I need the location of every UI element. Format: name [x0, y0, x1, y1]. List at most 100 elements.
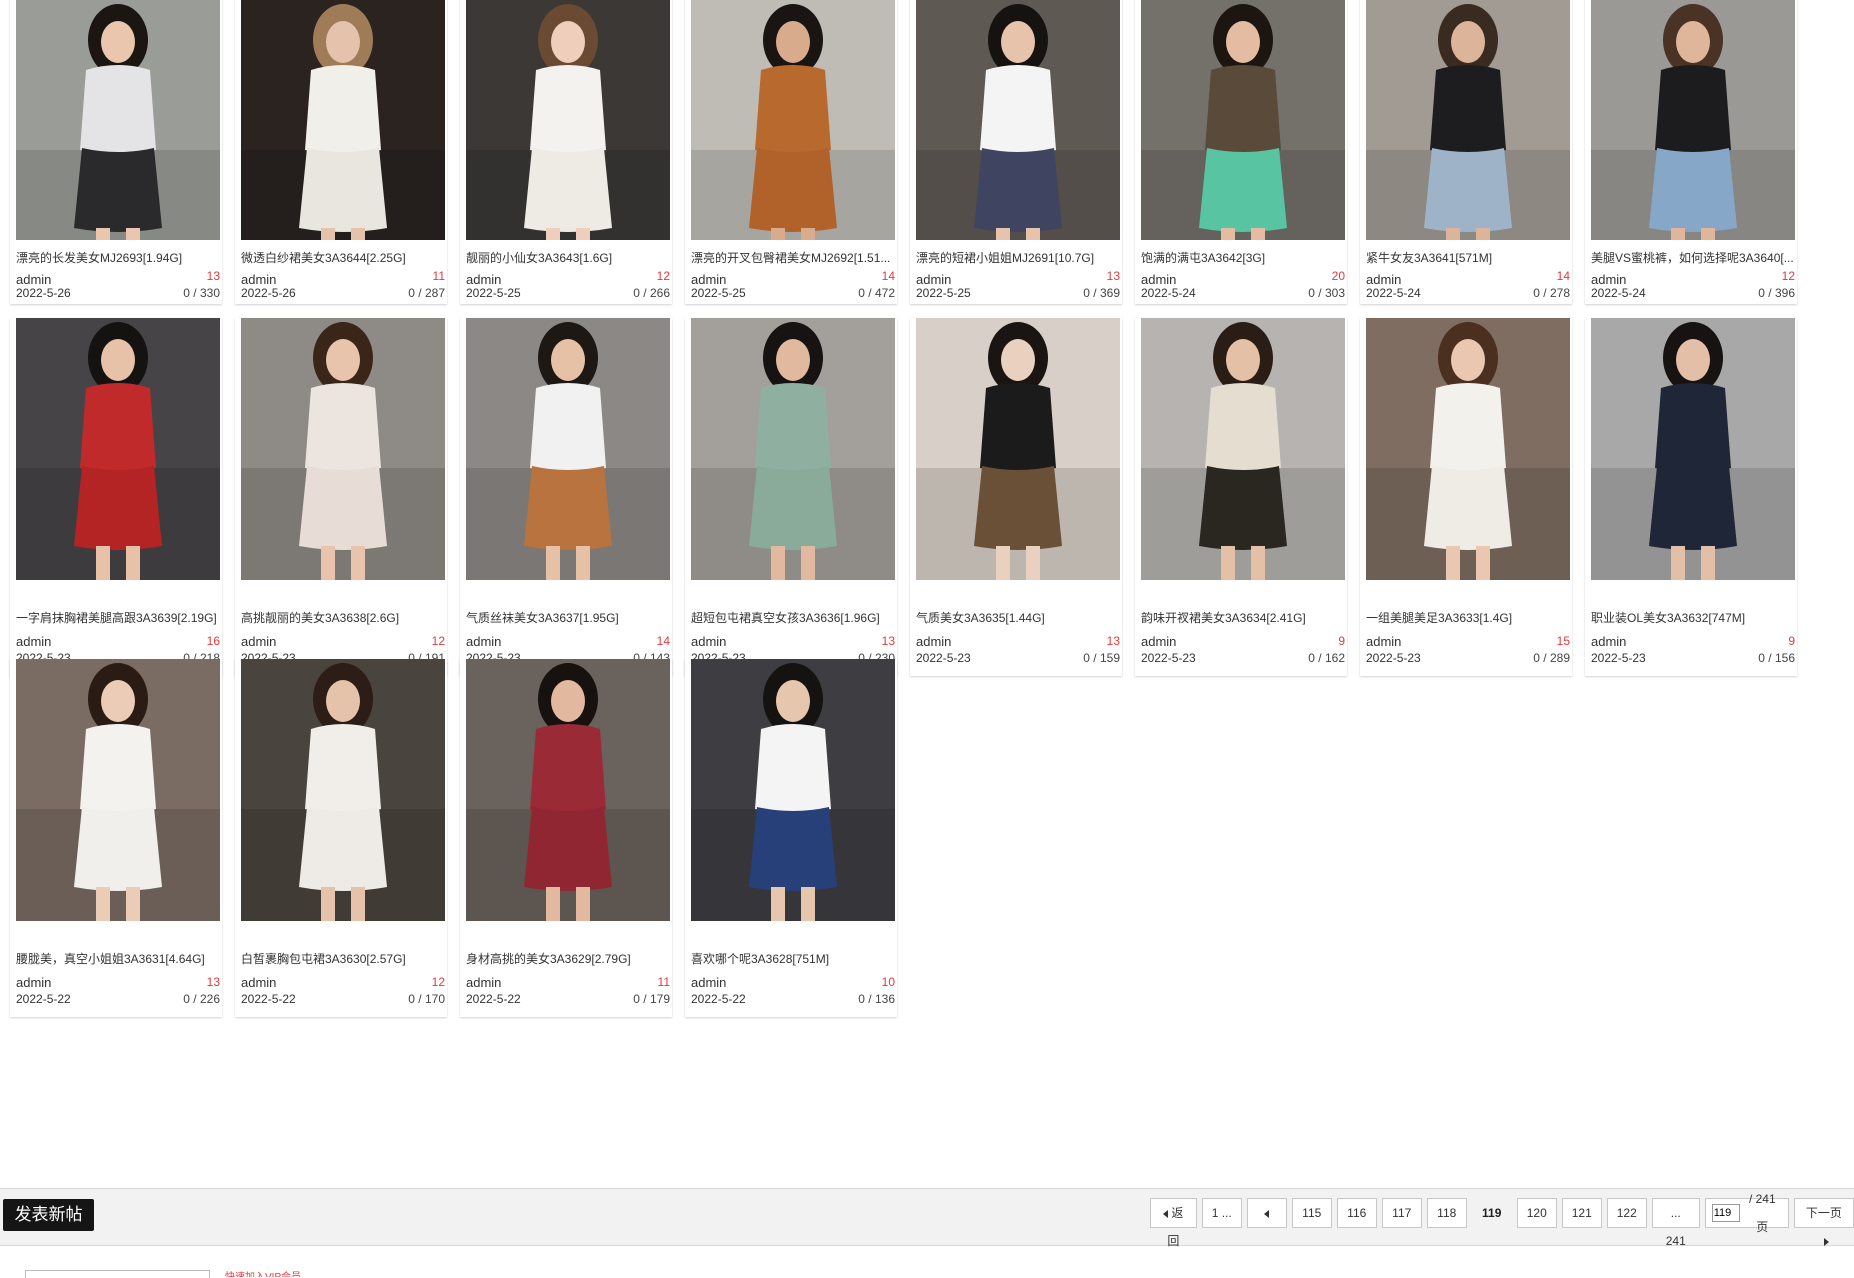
thread-title[interactable]: 微透白纱裙美女3A3644[2.25G] [241, 250, 445, 266]
thread-author[interactable]: admin [916, 634, 951, 649]
thread-thumbnail[interactable] [1366, 0, 1570, 240]
thread-card[interactable]: 微透白纱裙美女3A3644[2.25G] admin 11 2022-5-26 0 / … [235, 0, 447, 304]
thread-card[interactable]: 靓丽的小仙女3A3643[1.6G] admin 12 2022-5-25 0 / 26… [460, 0, 672, 304]
photo-image [16, 318, 220, 580]
page-122[interactable]: 122 [1606, 1198, 1647, 1228]
thread-thumbnail[interactable] [691, 0, 895, 240]
new-post-button[interactable]: 发表新帖 [3, 1199, 94, 1231]
thread-card[interactable]: 身材高挑的美女3A3629[2.79G] admin 11 2022-5-22 0 / … [460, 659, 672, 1017]
thread-card[interactable]: 气质美女3A3635[1.44G] admin 13 2022-5-23 0 / 159 [910, 318, 1122, 676]
thread-thumbnail[interactable] [466, 318, 670, 580]
thread-card[interactable]: 一组美腿美足3A3633[1.4G] admin 15 2022-5-23 0 / 28… [1360, 318, 1572, 676]
thread-author[interactable]: admin [466, 634, 501, 649]
thread-card[interactable]: 腰胧美，真空小姐姐3A3631[4.64G] admin 13 2022-5-22 0 … [10, 659, 222, 1017]
page-last[interactable]: ... 241 [1651, 1198, 1700, 1248]
thread-title[interactable]: 漂亮的开叉包臀裙美女MJ2692[1.51... [691, 250, 895, 266]
thread-thumbnail[interactable] [1141, 0, 1345, 240]
thread-card[interactable]: 漂亮的开叉包臀裙美女MJ2692[1.51... admin 14 2022-5-25… [685, 0, 897, 304]
thread-author[interactable]: admin [691, 634, 726, 649]
back-button[interactable]: 返回 [1150, 1198, 1197, 1248]
reply-count-badge: 12 [431, 975, 445, 989]
thread-title[interactable]: 身材高挑的美女3A3629[2.79G] [466, 951, 670, 967]
page-117[interactable]: 117 [1381, 1198, 1422, 1228]
thread-thumbnail[interactable] [1141, 318, 1345, 580]
page-118[interactable]: 118 [1426, 1198, 1467, 1228]
thread-card[interactable]: 喜欢哪个呢3A3628[751M] admin 10 2022-5-22 0 / 136 [685, 659, 897, 1017]
thread-thumbnail[interactable] [1366, 318, 1570, 580]
thread-thumbnail[interactable] [241, 0, 445, 240]
thread-title[interactable]: 高挑靓丽的美女3A3638[2.6G] [241, 610, 445, 626]
thread-author[interactable]: admin [1366, 272, 1401, 287]
thread-thumbnail[interactable] [466, 659, 670, 921]
page-115[interactable]: 115 [1291, 1198, 1332, 1228]
thread-card[interactable]: 饱满的满屯3A3642[3G] admin 20 2022-5-24 0 / 303 [1135, 0, 1347, 304]
thread-title[interactable]: 气质美女3A3635[1.44G] [916, 610, 1120, 626]
thread-card[interactable]: 气质丝袜美女3A3637[1.95G] admin 14 2022-5-23 0 / 1… [460, 318, 672, 676]
thread-card[interactable]: 漂亮的短裙小姐姐MJ2691[10.7G] admin 13 2022-5-25 0 /… [910, 0, 1122, 304]
thread-card[interactable]: 职业装OL美女3A3632[747M] admin 9 2022-5-23 0 / 15… [1585, 318, 1797, 676]
thread-author[interactable]: admin [1141, 272, 1176, 287]
thread-thumbnail[interactable] [16, 0, 220, 240]
thread-author[interactable]: admin [1141, 634, 1176, 649]
thread-title[interactable]: 超短包屯裙真空女孩3A3636[1.96G] [691, 610, 895, 626]
thread-card[interactable]: 白皙裹胸包屯裙3A3630[2.57G] admin 12 2022-5-22 0 / … [235, 659, 447, 1017]
thread-author[interactable]: admin [241, 975, 276, 990]
thread-title[interactable]: 喜欢哪个呢3A3628[751M] [691, 951, 895, 967]
thread-title[interactable]: 漂亮的短裙小姐姐MJ2691[10.7G] [916, 250, 1120, 266]
thread-thumbnail[interactable] [241, 318, 445, 580]
thread-title[interactable]: 一字肩抹胸裙美腿高跟3A3639[2.19G] [16, 610, 220, 626]
page-jump-input[interactable] [1711, 1204, 1740, 1222]
page-first[interactable]: 1 ... [1201, 1198, 1242, 1228]
page-120[interactable]: 120 [1516, 1198, 1557, 1228]
thread-title[interactable]: 紧牛女友3A3641[571M] [1366, 250, 1570, 266]
thread-thumbnail[interactable] [466, 0, 670, 240]
thread-thumbnail[interactable] [1591, 318, 1795, 580]
thread-author[interactable]: admin [16, 272, 51, 287]
thread-thumbnail[interactable] [691, 318, 895, 580]
thread-card[interactable]: 美腿VS蜜桃裤，如何选择呢3A3640[... admin 12 2022-5-24 0… [1585, 0, 1797, 304]
thread-title[interactable]: 一组美腿美足3A3633[1.4G] [1366, 610, 1570, 626]
thread-author[interactable]: admin [691, 975, 726, 990]
thread-date: 2022-5-22 [466, 992, 521, 1006]
thread-thumbnail[interactable] [16, 318, 220, 580]
page-121[interactable]: 121 [1561, 1198, 1602, 1228]
thread-title[interactable]: 气质丝袜美女3A3637[1.95G] [466, 610, 670, 626]
thread-thumbnail[interactable] [241, 659, 445, 921]
thread-thumbnail[interactable] [691, 659, 895, 921]
thread-title[interactable]: 腰胧美，真空小姐姐3A3631[4.64G] [16, 951, 220, 967]
thread-title[interactable]: 职业装OL美女3A3632[747M] [1591, 610, 1795, 626]
thread-thumbnail[interactable] [916, 0, 1120, 240]
thread-author[interactable]: admin [691, 272, 726, 287]
thread-thumbnail[interactable] [1591, 0, 1795, 240]
next-page-button[interactable]: 下一页 [1793, 1198, 1854, 1246]
thread-thumbnail[interactable] [16, 659, 220, 921]
thread-title[interactable]: 韵味开衩裙美女3A3634[2.41G] [1141, 610, 1345, 626]
thread-card[interactable]: 高挑靓丽的美女3A3638[2.6G] admin 12 2022-5-23 0 / 1… [235, 318, 447, 676]
prev-page-button[interactable] [1246, 1198, 1287, 1228]
footer-vip-link[interactable]: 快速加入VIP会员 [225, 1268, 301, 1277]
page-116[interactable]: 116 [1336, 1198, 1377, 1228]
thread-title[interactable]: 美腿VS蜜桃裤，如何选择呢3A3640[... [1591, 250, 1795, 266]
thread-author[interactable]: admin [241, 634, 276, 649]
reply-count-badge: 13 [206, 975, 220, 989]
thread-title[interactable]: 靓丽的小仙女3A3643[1.6G] [466, 250, 670, 266]
reply-count-badge: 11 [432, 269, 445, 283]
thread-title[interactable]: 漂亮的长发美女MJ2693[1.94G] [16, 250, 220, 266]
thread-author[interactable]: admin [1366, 634, 1401, 649]
thread-author[interactable]: admin [1591, 272, 1626, 287]
thread-author[interactable]: admin [916, 272, 951, 287]
thread-card[interactable]: 韵味开衩裙美女3A3634[2.41G] admin 9 2022-5-23 0 / 1… [1135, 318, 1347, 676]
thread-author[interactable]: admin [16, 975, 51, 990]
thread-title[interactable]: 白皙裹胸包屯裙3A3630[2.57G] [241, 951, 445, 967]
thread-author[interactable]: admin [16, 634, 51, 649]
thread-card[interactable]: 超短包屯裙真空女孩3A3636[1.96G] admin 13 2022-5-23 0 … [685, 318, 897, 676]
thread-title[interactable]: 饱满的满屯3A3642[3G] [1141, 250, 1345, 266]
thread-thumbnail[interactable] [916, 318, 1120, 580]
thread-card[interactable]: 漂亮的长发美女MJ2693[1.94G] admin 13 2022-5-26 0 / … [10, 0, 222, 304]
thread-author[interactable]: admin [466, 975, 501, 990]
thread-author[interactable]: admin [241, 272, 276, 287]
thread-card[interactable]: 紧牛女友3A3641[571M] admin 14 2022-5-24 0 / 278 [1360, 0, 1572, 304]
thread-author[interactable]: admin [466, 272, 501, 287]
thread-card[interactable]: 一字肩抹胸裙美腿高跟3A3639[2.19G] admin 16 2022-5-23 0… [10, 318, 222, 676]
thread-author[interactable]: admin [1591, 634, 1626, 649]
